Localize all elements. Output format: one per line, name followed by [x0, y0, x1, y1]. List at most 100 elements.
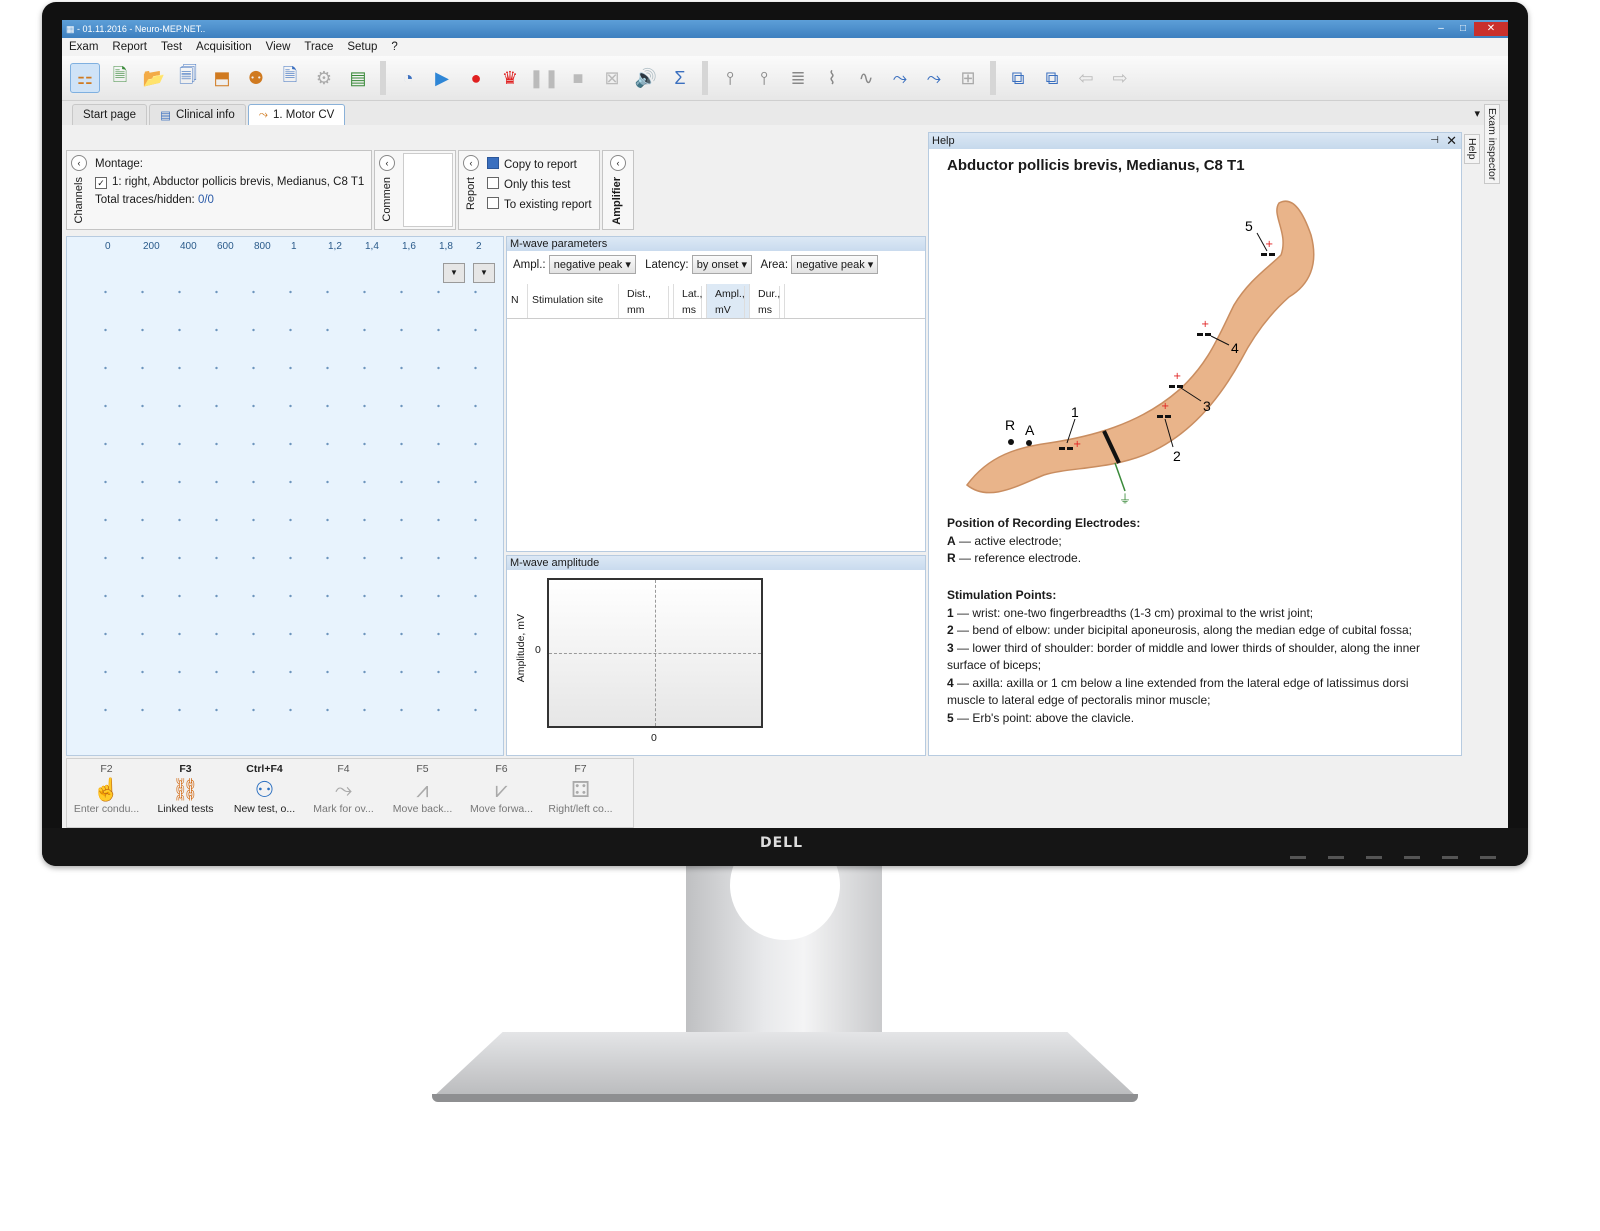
layout-1-icon[interactable]: ⧉: [1004, 64, 1032, 92]
layout-2-icon[interactable]: ⧉: [1038, 64, 1066, 92]
link-icon: ⛓: [171, 777, 200, 802]
fkey-linked-tests[interactable]: F3 ⛓ Linked tests: [146, 759, 225, 827]
ground-lead: [1114, 462, 1126, 492]
totals-row: Total traces/hidden: 0/0: [95, 191, 364, 209]
save-icon[interactable]: 🗎: [276, 64, 304, 92]
col-ampl[interactable]: Ampl., mV: [707, 284, 750, 318]
trace-tool-4-icon[interactable]: ⌇: [818, 64, 846, 92]
electrode-a-dot: [1026, 440, 1032, 446]
fkey-right-left-compare[interactable]: F7 ⚃ Right/left co...: [541, 759, 620, 827]
new-exam-icon[interactable]: 🗎: [106, 64, 134, 92]
trace-tool-7-icon[interactable]: ⤳: [920, 64, 948, 92]
maximize-button[interactable]: □: [1452, 22, 1474, 36]
col-stimulation-site[interactable]: Stimulation site: [528, 284, 619, 318]
trace-tool-2-icon[interactable]: ⫯: [750, 64, 778, 92]
collapse-amplifier-icon[interactable]: ‹: [610, 155, 626, 171]
forward-icon[interactable]: ⇨: [1106, 64, 1134, 92]
minimize-button[interactable]: –: [1430, 22, 1452, 36]
back-icon[interactable]: ⇦: [1072, 64, 1100, 92]
copy-to-report-option[interactable]: Copy to report: [487, 155, 592, 175]
close-button[interactable]: ✕: [1474, 22, 1508, 36]
montage-item[interactable]: ✓ 1: right, Abductor pollicis brevis, Med…: [95, 173, 364, 191]
open-exam-icon[interactable]: 📂: [140, 64, 168, 92]
tab-motor-cv[interactable]: ⤳ 1. Motor CV: [247, 104, 346, 125]
trace-tool-6-icon[interactable]: ⤳: [886, 64, 914, 92]
stimulator-icon[interactable]: ◔: [394, 64, 422, 92]
to-existing-report-checkbox[interactable]: [487, 197, 499, 209]
side-tab-strip: Help Exam inspector: [1464, 104, 1506, 284]
fkey-key: F2: [100, 763, 113, 775]
fkey-key: F3: [179, 763, 192, 775]
latency-select[interactable]: by onset ▾: [691, 255, 752, 274]
fkey-new-test[interactable]: Ctrl+F4 ⚇ New test, o...: [225, 759, 304, 827]
menu-exam[interactable]: Exam: [62, 41, 105, 53]
copy-exam-icon[interactable]: 🗐: [174, 64, 202, 92]
col-dur[interactable]: Dur., ms: [750, 284, 785, 318]
menu-acquisition[interactable]: Acquisition: [189, 41, 259, 53]
comment-textarea[interactable]: [403, 153, 453, 227]
to-existing-report-option[interactable]: To existing report: [487, 195, 592, 215]
rec-r-key: R: [947, 551, 956, 565]
sound-icon[interactable]: 🔊: [632, 64, 660, 92]
tab-clinical-info[interactable]: ▤ Clinical info: [149, 104, 246, 125]
chevron-down-icon: ▾: [867, 259, 874, 271]
hand-icon: ☝: [92, 777, 121, 802]
move-forward-icon: ⩗: [495, 777, 508, 802]
rec-a-key: A: [947, 533, 956, 548]
menu-view[interactable]: View: [259, 41, 298, 53]
fkey-key: F7: [574, 763, 587, 775]
record-icon[interactable]: ●: [462, 64, 490, 92]
col-n[interactable]: N: [507, 284, 528, 318]
only-this-test-checkbox[interactable]: [487, 177, 499, 189]
col-dist[interactable]: Dist., mm: [619, 284, 674, 318]
stimulate-icon[interactable]: ♛: [496, 64, 524, 92]
stop-icon[interactable]: ■: [564, 64, 592, 92]
fkey-enter-conduction[interactable]: F2 ☝ Enter condu...: [67, 759, 146, 827]
only-this-test-option[interactable]: Only this test: [487, 175, 592, 195]
tree-view-icon[interactable]: ⚏: [70, 63, 100, 93]
stim-2-label: 2: [1173, 448, 1181, 464]
axis-tick: 1,4: [365, 241, 379, 252]
trace-tool-5-icon[interactable]: ∿: [852, 64, 880, 92]
col-lat[interactable]: Lat., ms: [674, 284, 707, 318]
trace-tool-8-icon[interactable]: ⊞: [954, 64, 982, 92]
collapse-channels-icon[interactable]: ‹: [71, 155, 87, 171]
pause-icon[interactable]: ❚❚: [529, 64, 559, 92]
collapse-report-icon[interactable]: ‹: [463, 155, 479, 171]
col-unit: mV: [711, 302, 745, 318]
menu-test[interactable]: Test: [154, 41, 189, 53]
trace-tool-1-icon[interactable]: ⫯: [716, 64, 744, 92]
export-icon[interactable]: ⚙: [310, 64, 338, 92]
import-icon[interactable]: ⬒: [208, 64, 236, 92]
toolbar-separator: [702, 61, 708, 95]
patient-icon[interactable]: ⚉: [242, 64, 270, 92]
play-icon[interactable]: ▶: [428, 64, 456, 92]
report-icon[interactable]: ▤: [344, 64, 372, 92]
tab-exam-inspector[interactable]: Exam inspector: [1484, 104, 1500, 185]
plot-horizontal-guide: [549, 653, 761, 654]
collapse-comment-icon[interactable]: ‹: [379, 155, 395, 171]
copy-to-report-checkbox[interactable]: [487, 157, 499, 169]
fkey-move-forward[interactable]: F6 ⩗ Move forwa...: [462, 759, 541, 827]
menu-help[interactable]: ?: [384, 41, 404, 53]
tab-start-page[interactable]: Start page: [72, 104, 148, 125]
fkey-mark-for-overlay[interactable]: F4 ⤳ Mark for ov...: [304, 759, 383, 827]
sum-icon[interactable]: Σ: [666, 64, 694, 92]
ampl-select[interactable]: negative peak ▾: [548, 255, 636, 274]
ground-icon: ⏚: [1119, 492, 1131, 505]
delete-trace-icon[interactable]: ⊠: [598, 64, 626, 92]
menu-trace[interactable]: Trace: [297, 41, 340, 53]
col-label: Dur.,: [754, 286, 780, 302]
amplitude-plot-area[interactable]: [547, 578, 763, 728]
compare-icon: ⚃: [570, 777, 591, 802]
tab-help-side[interactable]: Help: [1464, 134, 1480, 164]
montage-checkbox[interactable]: ✓: [95, 177, 107, 189]
pin-icon[interactable]: ⊣: [1430, 133, 1439, 149]
menu-setup[interactable]: Setup: [340, 41, 384, 53]
area-select[interactable]: negative peak ▾: [791, 255, 879, 274]
trace-tool-3-icon[interactable]: ≣: [784, 64, 812, 92]
trace-area[interactable]: 0 200 400 600 800 1 1,2 1,4 1,6 1,8 2 ▼ …: [66, 236, 504, 756]
fkey-move-back[interactable]: F5 ⩘ Move back...: [383, 759, 462, 827]
close-help-icon[interactable]: ✕: [1446, 133, 1457, 149]
menu-report[interactable]: Report: [105, 41, 154, 53]
